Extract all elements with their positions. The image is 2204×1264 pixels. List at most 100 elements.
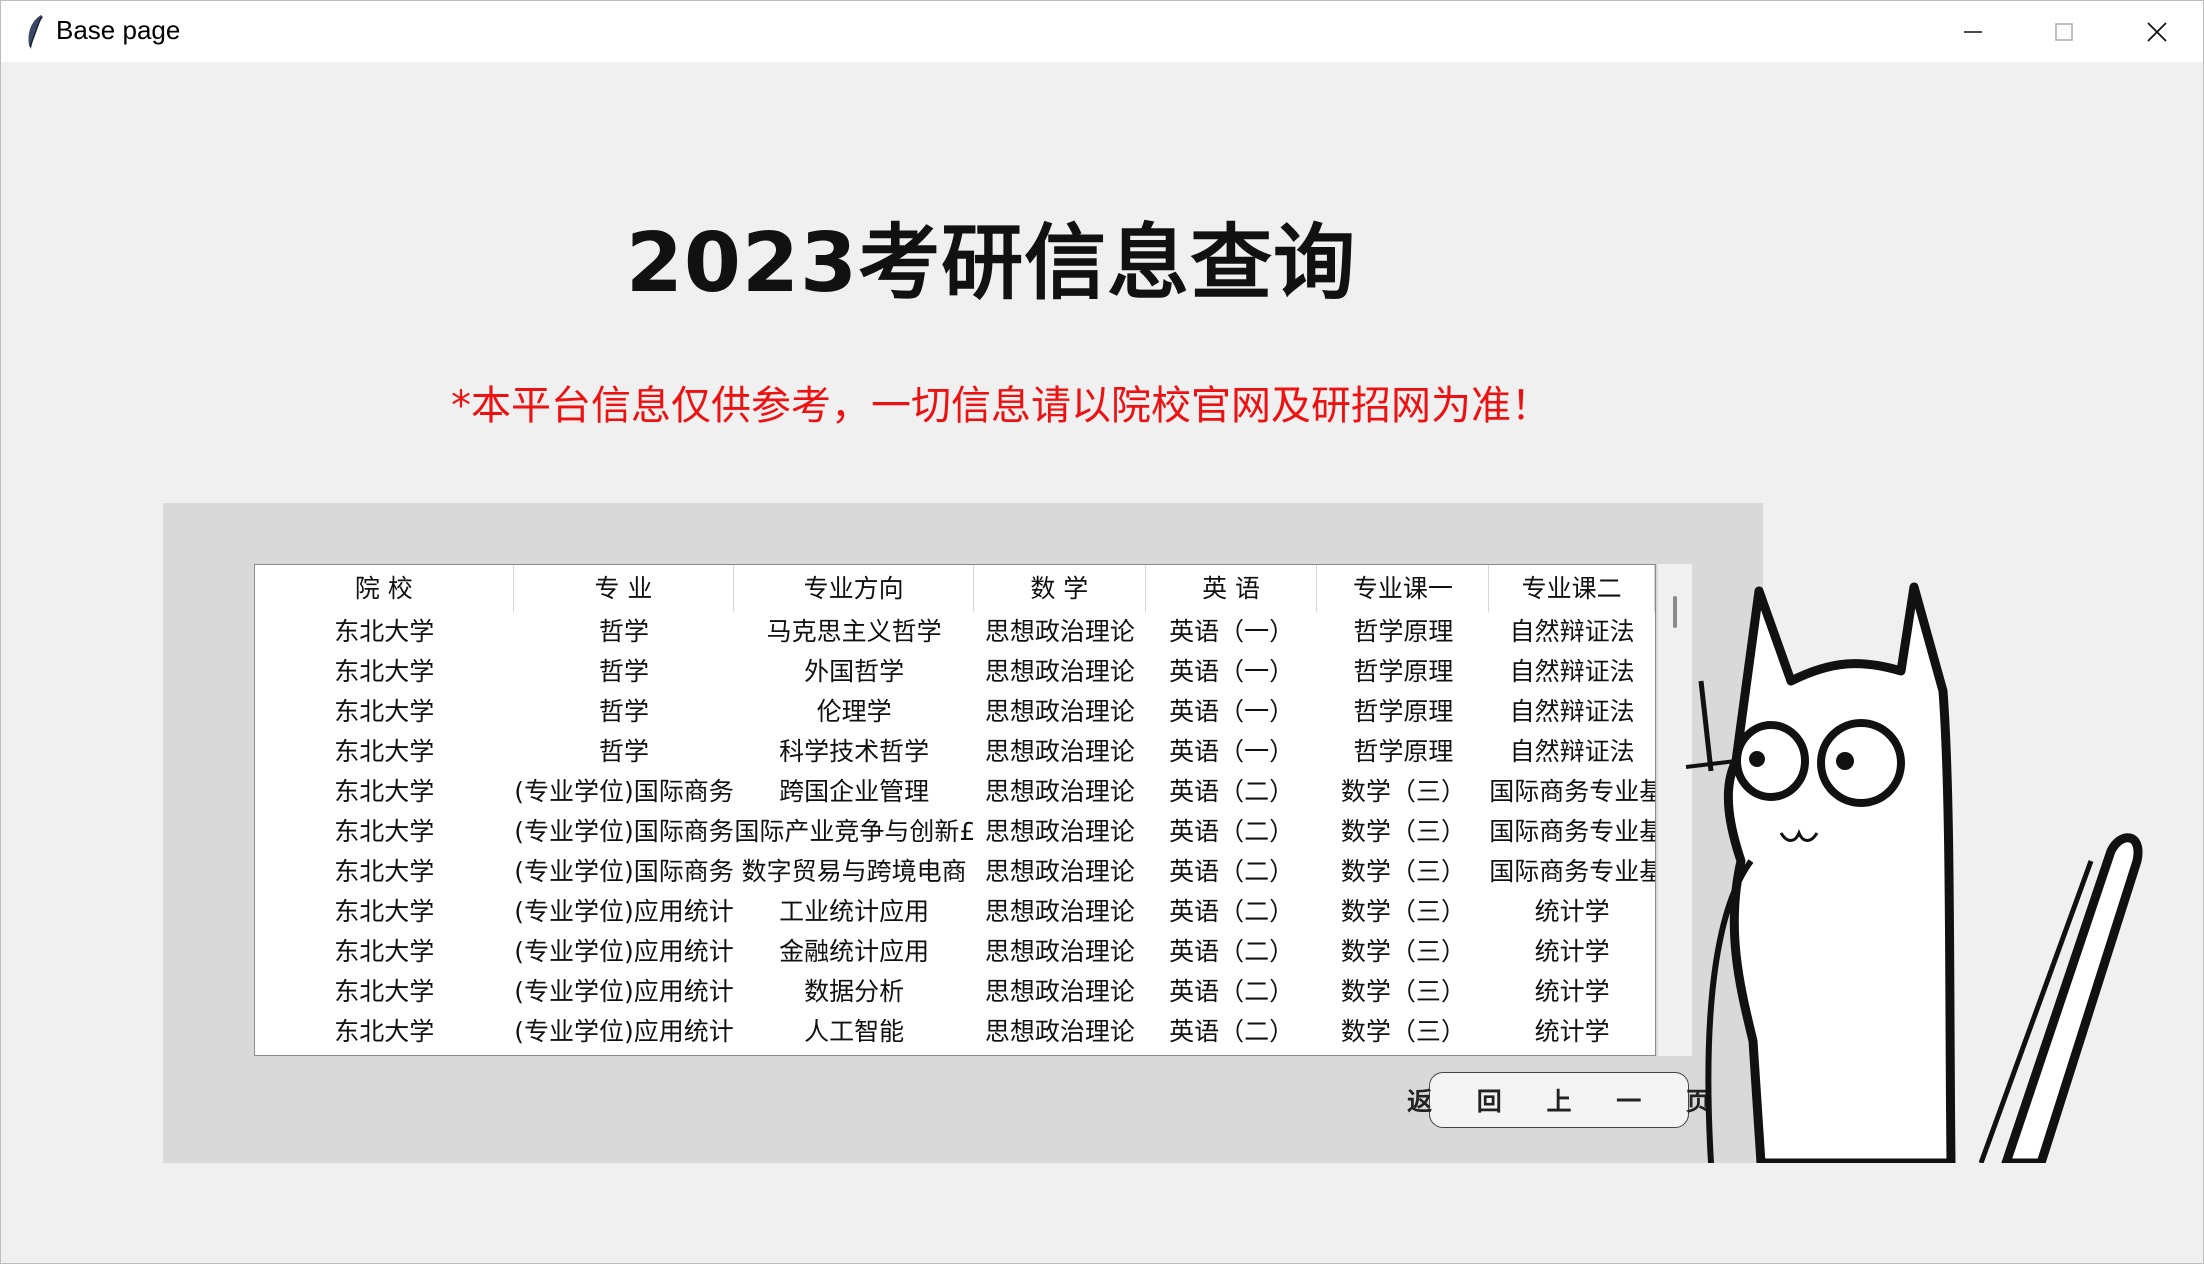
table-cell: 自然辩证法 (1509, 657, 1635, 686)
table-cell: (专业学位)国际商务 (514, 777, 734, 806)
table-cell: 思想政治理论 (984, 1017, 1135, 1046)
table-cell: 英语（二） (1169, 777, 1295, 806)
table-cell: 数学（三） (1340, 817, 1466, 846)
table-cell: 思想政治理论 (984, 777, 1135, 806)
table-cell: 思想政治理论 (984, 737, 1135, 766)
table-row[interactable]: 东北大学 (专业学位)应用统计 金融统计应用 思想政治理论 英语（二） 数学（三） 统计学 (255, 932, 1655, 972)
table-cell: 思想政治理论 (984, 977, 1135, 1006)
column-header[interactable]: 专 业 (514, 565, 735, 612)
table-row[interactable]: 东北大学 (专业学位)国际商务 国际产业竞争与创新£ 思想政治理论 英语（二） 数学（三）… (255, 812, 1655, 852)
table-cell: 跨国企业管理 (779, 777, 930, 806)
table-cell: 东北大学 (334, 777, 435, 806)
table-cell: 科学技术哲学 (779, 737, 930, 766)
table-cell: 外国哲学 (804, 657, 905, 686)
table-cell: 英语（一） (1169, 737, 1295, 766)
table-cell: 统计学 (1534, 977, 1610, 1006)
table-cell: 东北大学 (334, 697, 435, 726)
table-cell: 自然辩证法 (1509, 737, 1635, 766)
table-cell: 数学（三） (1340, 777, 1466, 806)
table-cell: (专业学位)应用统计 (514, 1017, 734, 1046)
table-row[interactable]: 东北大学 (专业学位)应用统计 人工智能 思想政治理论 英语（二） 数学（三） 统计学 (255, 1012, 1655, 1052)
table-cell: 哲学原理 (1353, 697, 1454, 726)
table-cell: (专业学位)应用统计 (514, 937, 734, 966)
table-cell: 数学（三） (1340, 937, 1466, 966)
table-cell: 金融统计应用 (779, 937, 930, 966)
table-cell: 数学（三） (1340, 977, 1466, 1006)
column-header[interactable]: 数 学 (974, 565, 1146, 612)
app-window: Base page 2023考研信息查询 *本平台信息仅供参考，一切信息请以院校… (0, 0, 2204, 1264)
table-cell: 东北大学 (334, 817, 435, 846)
table-cell: 国际商务专业基 (1489, 777, 1655, 806)
column-header[interactable]: 英 语 (1146, 565, 1318, 612)
results-table[interactable]: 院 校专 业专业方向数 学英 语专业课一 专业课二 东北大学 哲学 马克思主义哲学 思想… (254, 564, 1656, 1056)
table-cell: 英语（二） (1169, 817, 1295, 846)
table-row[interactable]: 东北大学 哲学 外国哲学 思想政治理论 英语（一） 哲学原理 自然辩证法 (255, 652, 1655, 692)
table-cell: 数学（三） (1340, 1017, 1466, 1046)
maximize-icon (2055, 22, 2073, 41)
table-cell: 东北大学 (334, 617, 435, 646)
table-cell: 数学（三） (1340, 897, 1466, 926)
window-title: Base page (56, 15, 181, 45)
table-cell: (专业学位)国际商务 (514, 857, 734, 886)
table-row[interactable]: 东北大学 哲学 马克思主义哲学 思想政治理论 英语（一） 哲学原理 自然辩证法 (255, 612, 1655, 652)
table-cell: 思想政治理论 (984, 897, 1135, 926)
maximize-button[interactable] (2018, 1, 2110, 62)
feather-icon (28, 15, 43, 49)
table-cell: (专业学位)应用统计 (514, 977, 734, 1006)
page-title: 2023考研信息查询 (625, 216, 1357, 311)
table-row[interactable]: 东北大学 (专业学位)应用统计 数据分析 思想政治理论 英语（二） 数学（三） 统计学 (255, 972, 1655, 1012)
table-row[interactable]: 东北大学 (专业学位)应用统计 工业统计应用 思想政治理论 英语（二） 数学（三） 统计学 (255, 892, 1655, 932)
column-header[interactable]: 专业课二 (1489, 565, 1655, 612)
scrollbar-thumb[interactable] (1673, 596, 1677, 628)
table-cell: 英语（一） (1169, 697, 1295, 726)
minimize-icon (1964, 30, 1982, 33)
minimize-button[interactable] (1927, 1, 2019, 62)
table-cell: 哲学原理 (1353, 617, 1454, 646)
table-cell: 哲学原理 (1353, 657, 1454, 686)
close-icon (2147, 21, 2167, 42)
table-cell: 英语（一） (1169, 657, 1295, 686)
column-header[interactable]: 专业方向 (734, 565, 974, 612)
disclaimer-text: *本平台信息仅供参考，一切信息请以院校官网及研招网为准！ (451, 383, 1551, 429)
table-cell: 东北大学 (334, 897, 435, 926)
title-bar[interactable]: Base page (1, 1, 2203, 62)
table-cell: 哲学原理 (1353, 737, 1454, 766)
table-cell: 数学（三） (1340, 857, 1466, 886)
table-cell: 东北大学 (334, 657, 435, 686)
table-cell: 哲学 (598, 697, 649, 726)
table-cell: 统计学 (1534, 937, 1610, 966)
close-button[interactable] (2111, 1, 2203, 62)
table-cell: 马克思主义哲学 (766, 617, 942, 646)
table-cell: (专业学位)应用统计 (514, 897, 734, 926)
table-cell: 自然辩证法 (1509, 617, 1635, 646)
table-cell: 统计学 (1534, 1017, 1610, 1046)
table-row[interactable]: 东北大学 (专业学位)国际商务 数字贸易与跨境电商 思想政治理论 英语（二） 数学（三） 国… (255, 852, 1655, 892)
table-cell: 人工智能 (804, 1017, 905, 1046)
table-cell: 国际商务专业基 (1489, 857, 1655, 886)
table-cell: 英语（一） (1169, 617, 1295, 646)
table-cell: 英语（二） (1169, 897, 1295, 926)
table-cell: 国际产业竞争与创新£ (734, 817, 974, 846)
table-cell: 统计学 (1534, 897, 1610, 926)
table-cell: 自然辩证法 (1509, 697, 1635, 726)
back-button[interactable]: 返 回 上 一 页 (1407, 1072, 1711, 1128)
column-header[interactable]: 专业课一 (1317, 565, 1490, 612)
table-cell: 思想政治理论 (984, 817, 1135, 846)
cat-illustration (1685, 582, 2143, 1163)
table-cell: 思想政治理论 (984, 857, 1135, 886)
table-cell: 思想政治理论 (984, 937, 1135, 966)
table-row[interactable]: 东北大学 (专业学位)国际商务 跨国企业管理 思想政治理论 英语（二） 数学（三） 国际商务… (255, 772, 1655, 812)
table-cell: 英语（二） (1169, 977, 1295, 1006)
table-header: 院 校专 业专业方向数 学英 语专业课一 专业课二 (255, 565, 1655, 612)
table-row[interactable]: 东北大学 哲学 伦理学 思想政治理论 英语（一） 哲学原理 自然辩证法 (255, 692, 1655, 732)
table-cell: 东北大学 (334, 977, 435, 1006)
table-row[interactable]: 东北大学 哲学 科学技术哲学 思想政治理论 英语（一） 哲学原理 自然辩证法 (255, 732, 1655, 772)
table-cell: 东北大学 (334, 737, 435, 766)
table-cell: 数字贸易与跨境电商 (741, 857, 967, 886)
table-cell: (专业学位)国际商务 (514, 817, 734, 846)
table-cell: 英语（二） (1169, 1017, 1295, 1046)
table-cell: 工业统计应用 (779, 897, 930, 926)
table-cell: 哲学 (598, 657, 649, 686)
column-header[interactable]: 院 校 (255, 565, 514, 612)
table-cell: 哲学 (598, 737, 649, 766)
